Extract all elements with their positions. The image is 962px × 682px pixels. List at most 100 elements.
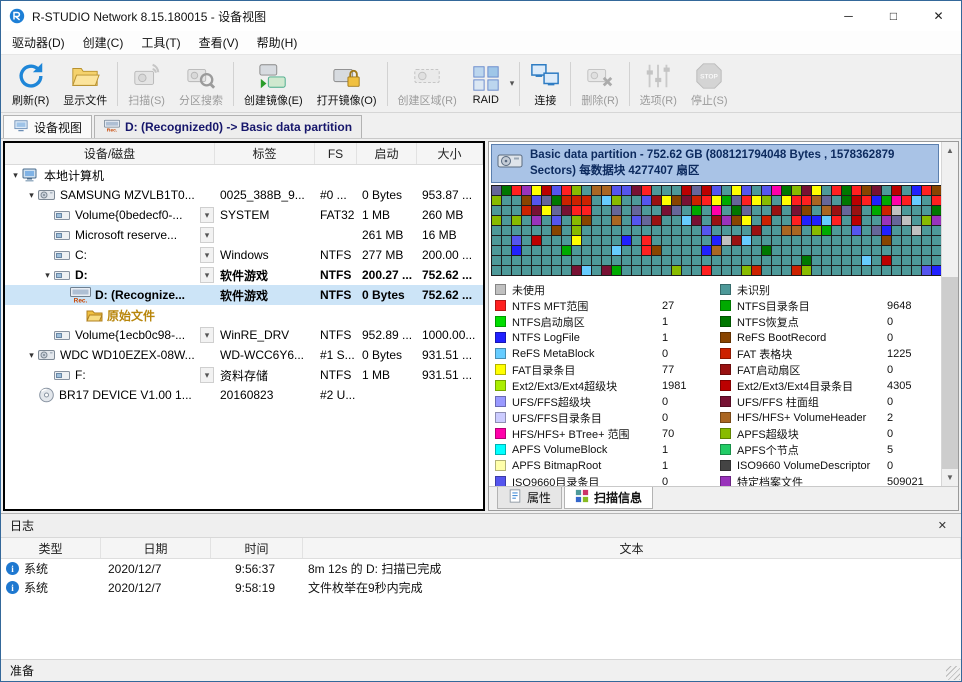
toolbar-button-refresh[interactable]: 刷新(R) [5,58,56,110]
expander-icon[interactable]: ▾ [41,270,54,281]
scan-block [922,216,931,225]
scan-block [602,196,611,205]
scan-block [912,246,921,255]
menu-item-2[interactable]: 工具(T) [132,30,189,55]
toolbar-button-scan[interactable]: 扫描(S) [121,58,172,110]
tree-column-header[interactable]: 大小 [417,143,483,164]
scan-block [602,266,611,275]
scan-block [502,216,511,225]
log-column-header[interactable]: 时间 [211,538,303,558]
scan-block [872,206,881,215]
tree-row[interactable]: ▾D:▾软件游戏NTFS200.27 ...752.62 ... [5,265,483,285]
log-row[interactable]: i系统2020/12/79:58:19文件枚举在9秒内完成 [1,578,961,597]
device-tree-body: ▾本地计算机▾SAMSUNG MZVLB1T0...0025_388B_9...… [5,165,483,509]
tree-row[interactable]: F:▾资料存储NTFS1 MB931.51 ... [5,365,483,385]
tree-column-header[interactable]: 标签 [215,143,315,164]
tree-row[interactable]: ▾本地计算机 [5,165,483,185]
scan-block [722,266,731,275]
expander-icon[interactable]: ▾ [25,190,38,201]
view-tab-0[interactable]: 设备视图 [3,115,92,138]
tree-row[interactable]: 原始文件 [5,305,483,325]
scan-block [912,256,921,265]
scan-block [902,236,911,245]
menu-item-4[interactable]: 帮助(H) [248,30,307,55]
scan-block [642,216,651,225]
device-start: 0 Bytes [357,185,417,205]
toolbar-dropdown-icon[interactable]: ▾ [508,78,517,89]
scan-block [872,246,881,255]
legend-item: FAT启动扇区0 [720,363,935,376]
device-name: D: [75,268,88,282]
tree-column-header[interactable]: 设备/磁盘 [5,143,215,164]
maximize-button[interactable]: □ [871,1,916,31]
scan-block [752,266,761,275]
legend-swatch [720,444,731,455]
toolbar-button-stop[interactable]: STOP停止(S) [684,58,735,110]
view-tab-1[interactable]: Rec.D: (Recognized0) -> Basic data parti… [94,115,362,138]
volume-dropdown-icon[interactable]: ▾ [200,327,214,343]
scan-block [582,196,591,205]
scan-block [802,226,811,235]
volume-dropdown-icon[interactable]: ▾ [200,267,214,283]
tree-column-header[interactable]: 启动 [357,143,417,164]
scan-block [612,196,621,205]
log-close-icon[interactable]: ✕ [933,518,952,533]
minimize-button[interactable]: ─ [826,1,871,31]
toolbar-button-create-region[interactable]: 创建区域(R) [391,58,464,110]
toolbar-button-connect[interactable]: 连接 [523,58,567,110]
scan-block [572,206,581,215]
log-column-header[interactable]: 日期 [101,538,211,558]
log-column-header[interactable]: 文本 [303,538,961,558]
log-row[interactable]: i系统2020/12/79:56:378m 12s 的 D: 扫描已完成 [1,559,961,578]
menu-item-0[interactable]: 驱动器(D) [3,30,74,55]
toolbar-button-delete[interactable]: 删除(R) [574,58,625,110]
tree-row[interactable]: ▾WDC WD10EZEX-08W...WD-WCC6Y6...#1 S...0… [5,345,483,365]
volume-dropdown-icon[interactable]: ▾ [200,227,214,243]
toolbar-button-partition-search[interactable]: 分区搜索 [172,58,230,110]
expander-icon[interactable]: ▾ [9,170,22,181]
volume-dropdown-icon[interactable]: ▾ [200,367,214,383]
log-time: 9:56:37 [211,562,303,576]
tree-row[interactable]: BR17 DEVICE V1.00 1...20160823#2 U... [5,385,483,405]
toolbar-button-raid[interactable]: RAID [464,58,508,110]
toolbar-button-options[interactable]: 选项(R) [633,58,684,110]
close-button[interactable]: ✕ [916,1,961,31]
scan-block [692,206,701,215]
tree-row[interactable]: Volume{1ecb0c98-...▾WinRE_DRVNTFS952.89 … [5,325,483,345]
scan-block [602,186,611,195]
view-tabbar: 设备视图Rec.D: (Recognized0) -> Basic data p… [1,113,961,139]
scroll-up-arrow[interactable]: ▲ [942,142,958,159]
log-column-header[interactable]: 类型 [1,538,101,558]
tree-row[interactable]: C:▾WindowsNTFS277 MB200.00 ... [5,245,483,265]
scan-block [862,266,871,275]
volume-dropdown-icon[interactable]: ▾ [200,247,214,263]
toolbar-button-create-image[interactable]: 创建镜像(E) [237,58,310,110]
scroll-track[interactable] [942,159,958,469]
scroll-thumb[interactable] [942,277,958,469]
info-tab-1[interactable]: 扫描信息 [564,487,653,509]
menu-item-1[interactable]: 创建(C) [74,30,133,55]
toolbar-button-label: 显示文件 [63,92,107,108]
scan-block [552,216,561,225]
tree-column-header[interactable]: FS [315,143,357,164]
device-label [215,305,315,325]
toolbar-button-open-image[interactable]: 打开镜像(O) [310,58,384,110]
scan-block [912,266,921,275]
tree-row[interactable]: Rec.D: (Recognize...软件游戏NTFS0 Bytes752.6… [5,285,483,305]
menu-item-3[interactable]: 查看(V) [190,30,248,55]
scan-block [852,206,861,215]
info-scrollbar[interactable]: ▲ ▼ [941,142,958,486]
tree-row[interactable]: ▾SAMSUNG MZVLB1T0...0025_388B_9...#0 ...… [5,185,483,205]
tree-row[interactable]: Microsoft reserve...▾261 MB16 MB [5,225,483,245]
expander-icon[interactable]: ▾ [25,350,38,361]
tree-row[interactable]: Volume{0bedecf0-...▾SYSTEMFAT321 MB260 M… [5,205,483,225]
scan-block [822,226,831,235]
scan-block [672,266,681,275]
volume-dropdown-icon[interactable]: ▾ [200,207,214,223]
toolbar-button-show-files[interactable]: 显示文件 [56,58,114,110]
info-tab-0[interactable]: 属性 [497,487,562,509]
legend-value: 27 [662,300,710,312]
scroll-down-arrow[interactable]: ▼ [942,469,958,486]
resize-grip[interactable] [946,666,960,680]
device-size: 16 MB [417,225,483,245]
